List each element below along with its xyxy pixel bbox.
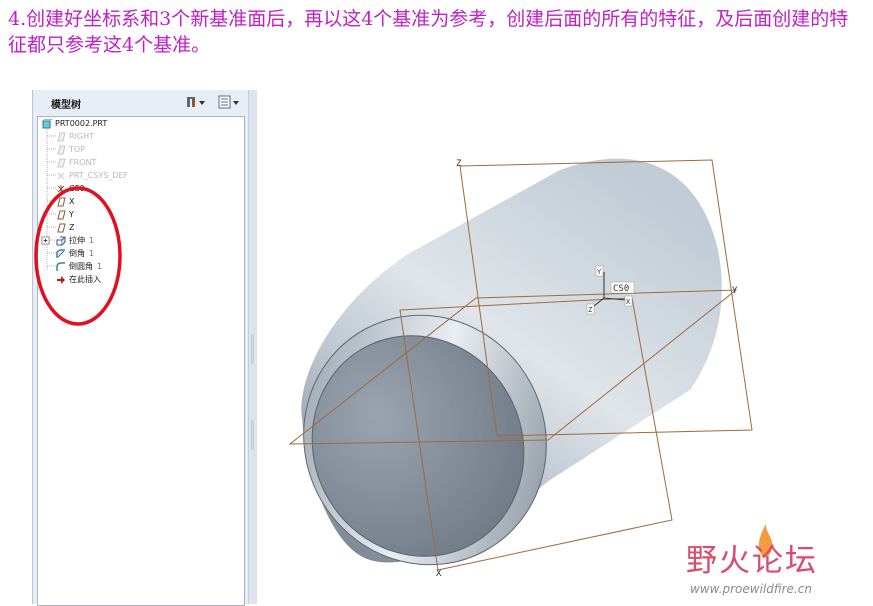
watermark-url: www.proewildfire.cn bbox=[690, 582, 812, 596]
datum-plane-icon bbox=[57, 132, 66, 141]
cylinder-model[interactable] bbox=[262, 158, 722, 604]
csys-icon bbox=[57, 172, 65, 179]
part-icon bbox=[42, 118, 52, 128]
axis-label-z: Z bbox=[588, 306, 592, 314]
tree-item-label: RIGHT bbox=[69, 132, 95, 141]
tree-settings-button[interactable] bbox=[185, 94, 207, 110]
feature-count: 1 bbox=[89, 249, 95, 258]
csys-label: CS0 bbox=[613, 284, 629, 294]
graphics-viewport[interactable]: Z Y X CS0 Y Z X bbox=[262, 130, 773, 604]
tree-view-icon bbox=[218, 95, 239, 109]
tree-item-prt-csys-def[interactable]: PRT_CSYS_DEF bbox=[56, 169, 128, 182]
datum-plane-icon bbox=[57, 223, 66, 232]
round-icon bbox=[56, 261, 65, 271]
feature-count: 1 bbox=[97, 262, 103, 271]
feature-count: 1 bbox=[89, 236, 95, 245]
tree-item-label: TOP bbox=[69, 145, 86, 154]
tree-item-label: PRT_CSYS_DEF bbox=[69, 171, 129, 180]
model-tree-panel: 模型树 PRT0002.PRT RIGHT TOP FRONT PRT_CSYS… bbox=[32, 90, 257, 606]
tree-item-extrude[interactable]: 拉伸 1 bbox=[41, 234, 94, 247]
model-tree-title: 模型树 bbox=[51, 100, 81, 111]
tree-item-right[interactable]: RIGHT bbox=[56, 130, 94, 143]
tree-item-label: Z bbox=[69, 223, 75, 232]
insert-here-arrow-icon bbox=[57, 275, 65, 284]
splitter-grip[interactable] bbox=[251, 334, 254, 364]
tree-view-button[interactable] bbox=[217, 94, 241, 110]
chamfer-icon bbox=[56, 248, 65, 258]
tree-item-label: X bbox=[69, 197, 75, 206]
tree-item-label: 拉伸 bbox=[69, 236, 85, 245]
csys-icon bbox=[57, 184, 65, 193]
extrude-icon bbox=[56, 235, 66, 245]
splitter-grip[interactable] bbox=[251, 420, 254, 450]
tree-item-round[interactable]: 倒圆角 1 bbox=[56, 260, 102, 273]
tree-item-label: PRT0002.PRT bbox=[55, 119, 108, 128]
tree-item-cs0[interactable]: CS0 bbox=[56, 182, 85, 195]
expand-icon[interactable] bbox=[41, 236, 50, 245]
tree-item-label: 倒圆角 bbox=[69, 262, 93, 271]
tree-item-insert-here[interactable]: 在此插入 bbox=[56, 273, 101, 286]
tree-item-label: FRONT bbox=[69, 158, 97, 167]
tree-item-front[interactable]: FRONT bbox=[56, 156, 96, 169]
plane-label-z: Z bbox=[456, 159, 462, 169]
tree-settings-icon bbox=[187, 97, 205, 107]
tree-item-top[interactable]: TOP bbox=[56, 143, 85, 156]
panel-splitter[interactable] bbox=[248, 90, 257, 604]
tree-item-label: Y bbox=[69, 210, 74, 219]
tree-item-label: CS0 bbox=[69, 184, 85, 193]
tree-item-x[interactable]: X bbox=[56, 195, 74, 208]
tree-item-label: 在此插入 bbox=[69, 275, 101, 284]
model-tree-header: 模型树 bbox=[33, 90, 257, 114]
tree-item-z[interactable]: Z bbox=[56, 221, 74, 234]
tree-item-part[interactable]: PRT0002.PRT bbox=[42, 117, 107, 130]
model-tree: PRT0002.PRT RIGHT TOP FRONT PRT_CSYS_DEF… bbox=[37, 116, 245, 606]
plane-label-x: X bbox=[436, 569, 442, 579]
tree-item-y[interactable]: Y bbox=[56, 208, 74, 221]
watermark-name: 野火论坛 bbox=[686, 543, 818, 579]
tree-item-chamfer[interactable]: 倒角 1 bbox=[56, 247, 94, 260]
instruction-text: 4.创建好坐标系和3个新基准面后，再以这4个基准为参考，创建后面的所有的特征，及… bbox=[8, 8, 849, 56]
tree-item-label: 倒角 bbox=[69, 249, 85, 258]
plane-label-y: Y bbox=[732, 286, 738, 296]
datum-plane-icon bbox=[57, 210, 66, 219]
datum-plane-icon bbox=[57, 145, 66, 154]
datum-plane-icon bbox=[57, 158, 66, 167]
datum-plane-icon bbox=[57, 197, 66, 206]
